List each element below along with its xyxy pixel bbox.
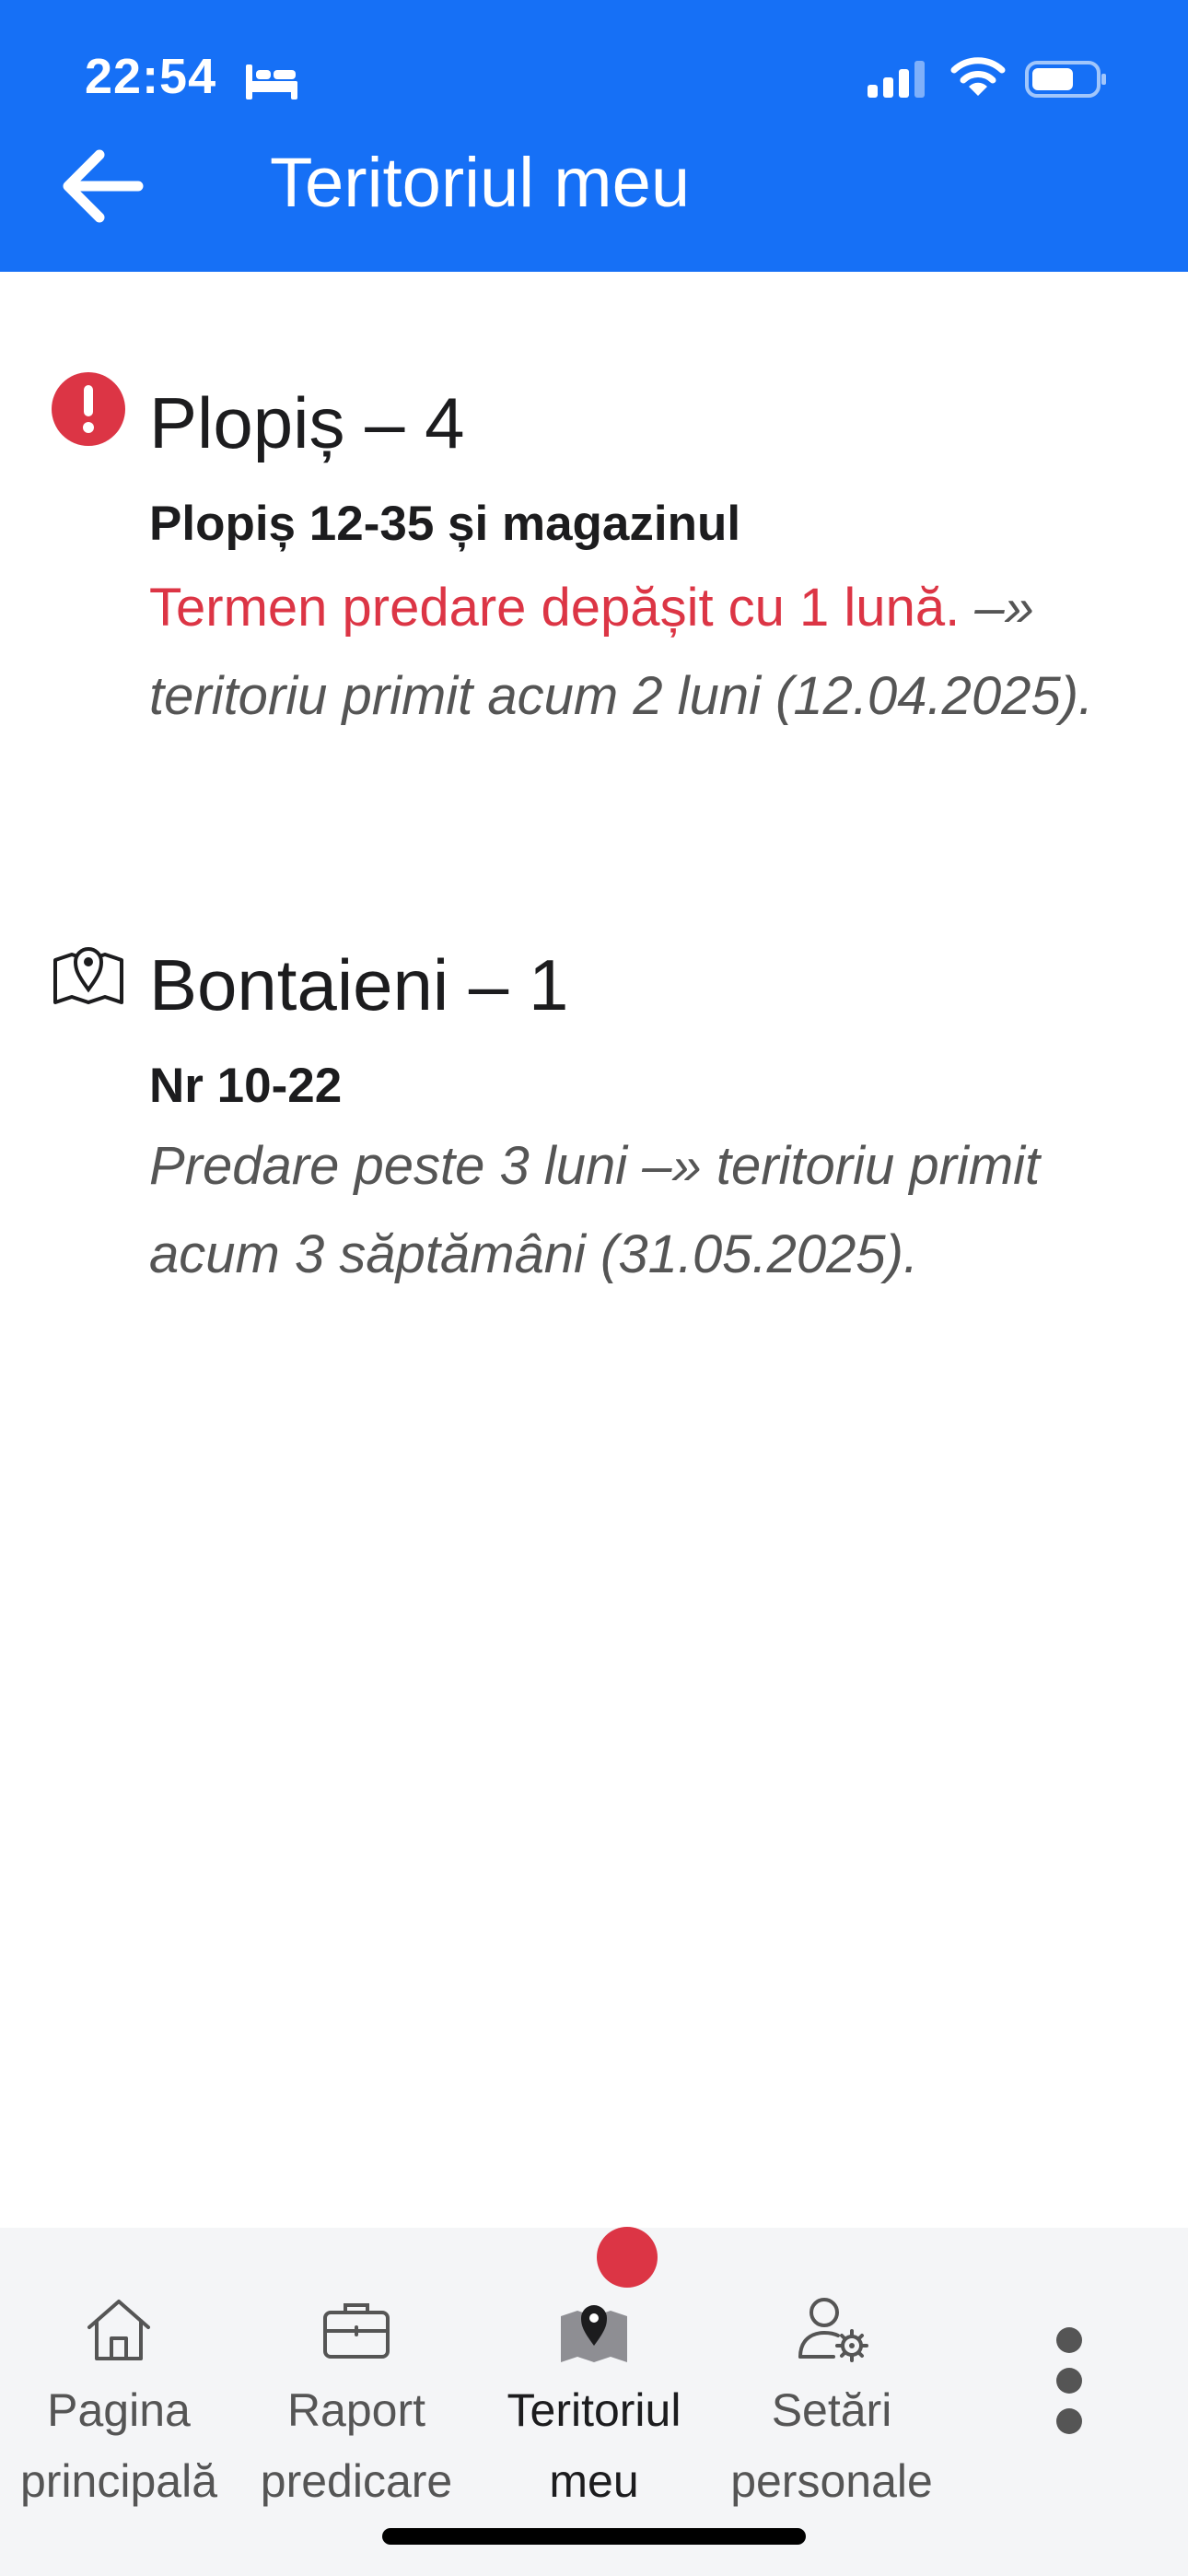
tab-home[interactable]: Pagina principală xyxy=(0,2228,238,2507)
bottom-tab-bar: Pagina principală Raport predicare Terit… xyxy=(0,2228,1188,2576)
more-vertical-icon xyxy=(1056,2327,1082,2434)
home-indicator xyxy=(382,2528,806,2545)
bed-icon xyxy=(246,64,297,100)
map-pin-icon xyxy=(561,2305,627,2362)
overdue-warning: Termen predare depășit cu 1 lună. xyxy=(149,578,961,638)
territory-title: Plopiș – 4 xyxy=(149,382,465,463)
territory-description: Predare peste 3 luni –» teritoriu primit… xyxy=(149,1122,1181,1299)
territory-subtitle: Plopiș 12-35 și magazinul xyxy=(149,497,741,551)
tab-label: Pagina principală xyxy=(19,2384,217,2507)
territory-item[interactable]: Plopiș – 4 Plopiș 12-35 și magazinul Ter… xyxy=(0,359,1188,838)
territory-title: Bontaieni – 1 xyxy=(149,944,569,1025)
briefcase-icon xyxy=(323,2303,390,2359)
exclamation-circle-icon xyxy=(52,372,125,446)
tab-personal-settings[interactable]: Setări personale xyxy=(713,2228,950,2507)
tab-label: Setări personale xyxy=(730,2384,933,2507)
back-arrow-button[interactable] xyxy=(53,138,149,234)
tab-label: Raport predicare xyxy=(260,2384,453,2507)
territory-detail: Predare peste 3 luni –» teritoriu primit… xyxy=(149,1136,1041,1284)
page-title: Teritoriul meu xyxy=(270,144,691,222)
territory-subtitle: Nr 10-22 xyxy=(149,1059,343,1113)
tab-territory[interactable]: Teritoriul meu xyxy=(475,2228,713,2507)
cellular-signal-icon xyxy=(868,61,925,98)
territory-description: Termen predare depășit cu 1 lună. –» ter… xyxy=(149,564,1181,741)
tab-more[interactable] xyxy=(950,2228,1188,2504)
user-settings-icon xyxy=(798,2298,868,2362)
map-pin-icon xyxy=(53,947,123,1004)
battery-icon xyxy=(1025,61,1106,98)
status-time: 22:54 xyxy=(85,49,217,104)
wifi-icon xyxy=(950,57,1006,96)
tab-label: Teritoriul meu xyxy=(507,2384,681,2507)
app-header: 22:54 Teritoriul meu xyxy=(0,0,1188,272)
tab-report[interactable]: Raport predicare xyxy=(238,2228,475,2507)
notification-badge xyxy=(597,2227,658,2288)
territory-item[interactable]: Bontaieni – 1 Nr 10-22 Predare peste 3 l… xyxy=(0,921,1188,1308)
home-icon xyxy=(87,2300,150,2360)
